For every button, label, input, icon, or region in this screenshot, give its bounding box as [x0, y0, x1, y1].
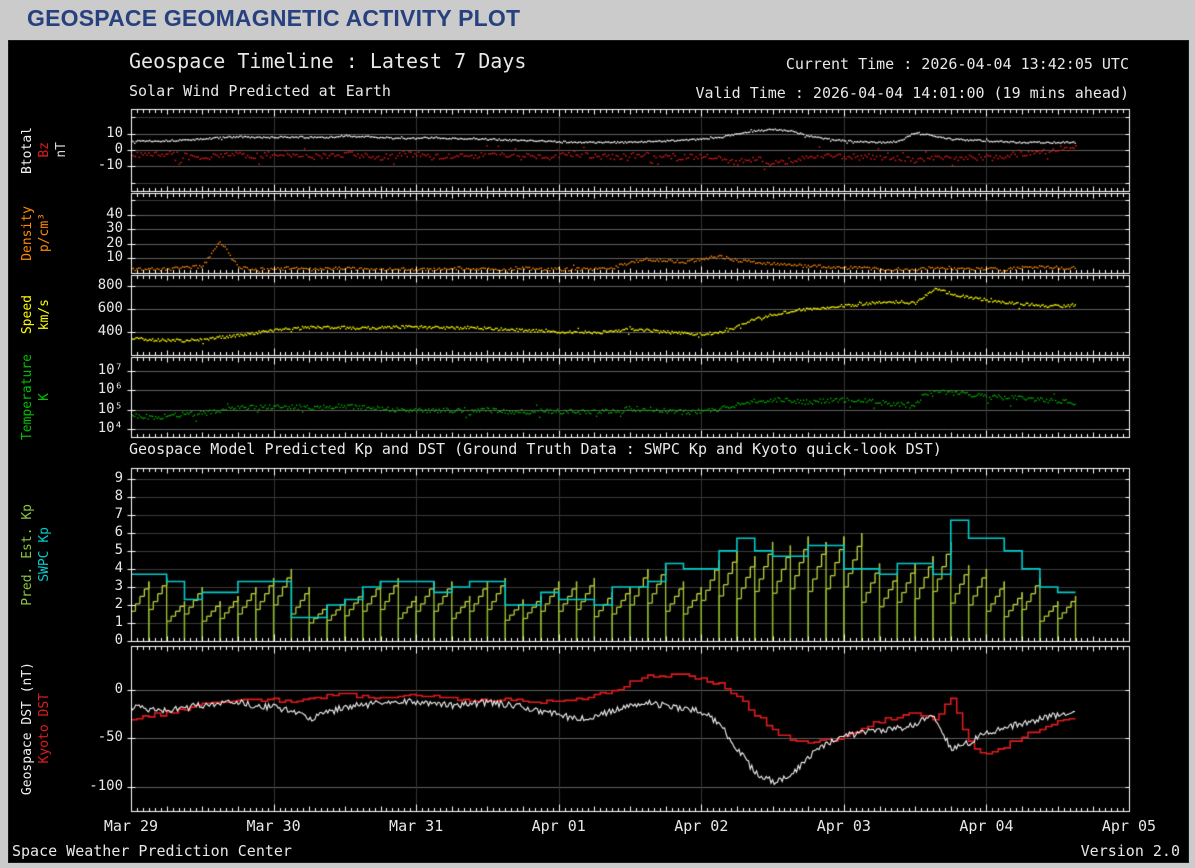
axis-label: km/s: [37, 299, 52, 331]
kp-axis-labels: Pred. Est. Kp SWPC Kp: [20, 468, 91, 641]
footer-version-label: Version 2.0: [1080, 842, 1180, 860]
x-tick-label: Apr 01: [531, 817, 586, 835]
valid-time-label: Valid Time : 2026-04-04 14:01:00 (19 min…: [695, 84, 1129, 102]
axis-label: Kyoto DST: [37, 693, 52, 764]
axis-label: Speed: [20, 295, 35, 335]
kp-dst-section-title: Geospace Model Predicted Kp and DST (Gro…: [129, 440, 942, 458]
temperature-axis-labels: Temperature K: [20, 353, 91, 441]
geospace-plot: Geospace Timeline : Latest 7 Days Curren…: [8, 40, 1189, 863]
axis-label: p/cm³: [37, 213, 52, 253]
axis-label: Bz: [37, 142, 52, 158]
plot-subtitle: Solar Wind Predicted at Earth: [129, 82, 391, 100]
axis-label: K: [37, 393, 52, 401]
footer-source-label: Space Weather Prediction Center: [12, 842, 292, 860]
x-tick-label: Apr 03: [816, 817, 871, 835]
axis-label: Pred. Est. Kp: [20, 503, 35, 606]
x-tick-label: Apr 04: [959, 817, 1014, 835]
axis-label: Geospace DST (nT): [20, 661, 35, 796]
x-tick-label: Mar 30: [246, 817, 301, 835]
axis-label: SWPC Kp: [37, 527, 52, 582]
axis-label: Temperature: [20, 353, 35, 441]
dst-axis-labels: Geospace DST (nT) Kyoto DST: [20, 646, 91, 811]
axis-label: nT: [54, 142, 69, 158]
current-time-label: Current Time : 2026-04-04 13:42:05 UTC: [785, 55, 1129, 73]
x-tick-label: Apr 02: [674, 817, 729, 835]
x-tick-label: Mar 29: [103, 817, 159, 835]
x-tick-label: Mar 31: [389, 817, 444, 835]
speed-axis-labels: Speed km/s: [20, 275, 91, 355]
axis-label: Density: [20, 205, 35, 261]
density-axis-labels: Density p/cm³: [20, 193, 91, 273]
x-tick-label: Apr 05: [1101, 817, 1157, 835]
plot-header-title: Geospace Timeline : Latest 7 Days: [129, 49, 527, 73]
imf-axis-labels: Btotal Bz nT: [20, 109, 91, 191]
axis-label: Btotal: [20, 126, 35, 174]
page-title: GEOSPACE GEOMAGNETIC ACTIVITY PLOT: [27, 5, 521, 31]
